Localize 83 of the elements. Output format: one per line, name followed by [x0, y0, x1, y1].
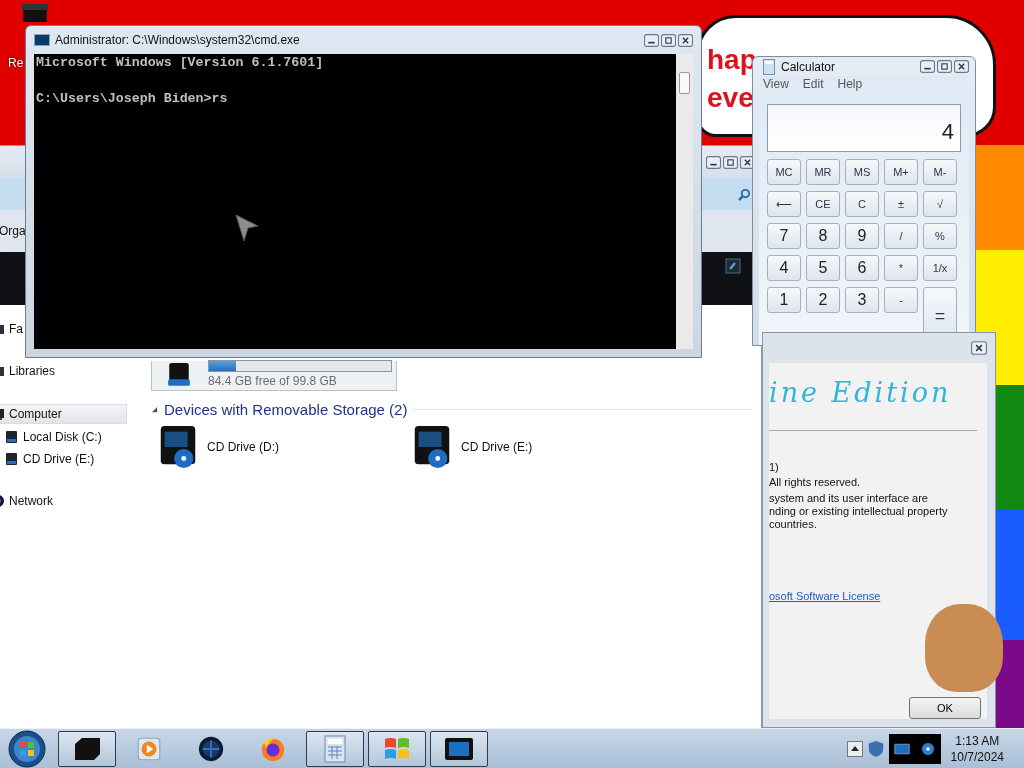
drive-icon [5, 452, 19, 466]
taskbar-button[interactable] [58, 730, 116, 767]
notice-text: system and its user interface are nding or existing intellectual property countries. [769, 492, 948, 531]
search-icon[interactable] [738, 187, 751, 201]
console-prompt[interactable]: C:\Users\Joseph Biden>rs [36, 90, 228, 108]
menu-item[interactable]: Help [837, 77, 863, 91]
nav-item[interactable]: CD Drive (E:) [0, 450, 96, 468]
clock-time: 1:13 AM [955, 732, 1000, 749]
taskbar-button[interactable] [306, 730, 364, 767]
drive-label[interactable]: CD Drive (E:) [461, 440, 533, 454]
collapse-arrow-icon[interactable] [151, 406, 158, 413]
calculator-key[interactable]: 2 [806, 287, 840, 313]
minimize-button[interactable] [706, 155, 721, 169]
show-hidden-icons-button[interactable] [846, 740, 863, 757]
calculator-key[interactable]: C [845, 191, 879, 217]
monitor-icon [893, 741, 910, 756]
calculator-key[interactable]: ± [884, 191, 918, 217]
tray-icons[interactable] [888, 733, 941, 764]
disc-icon [919, 741, 936, 756]
console-icon [34, 34, 50, 46]
clock[interactable]: 1:13 AM 10/7/2024 [950, 732, 1004, 765]
scrollbar[interactable] [676, 54, 693, 349]
calculator-display: 4 [767, 104, 961, 152]
bubble-text: eve [707, 82, 754, 114]
calculator-key[interactable]: - [884, 287, 918, 313]
drive-tile[interactable]: 84.4 GB free of 99.8 GB [151, 361, 397, 391]
nav-item[interactable]: Fa [0, 320, 24, 338]
organize-button[interactable]: Orga [0, 222, 26, 240]
calculator-key[interactable]: 9 [845, 223, 879, 249]
copyright-text: All rights reserved. [769, 476, 861, 488]
maximize-button[interactable] [723, 155, 738, 169]
nav-item[interactable]: Local Disk (C:) [0, 428, 103, 446]
calculator-key[interactable]: 8 [806, 223, 840, 249]
calculator-key[interactable]: MS [845, 159, 879, 185]
clock-date: 10/7/2024 [950, 748, 1004, 765]
free-space-text: 84.4 GB free of 99.8 GB [208, 374, 338, 388]
globe-icon [196, 734, 226, 763]
nav-item[interactable]: Computer [0, 404, 127, 424]
minimize-button[interactable] [920, 60, 935, 73]
close-button[interactable] [971, 341, 987, 355]
calculator-key[interactable]: 1/x [923, 255, 957, 281]
calculator-key[interactable]: CE [806, 191, 840, 217]
close-button[interactable] [954, 60, 969, 73]
drive-icon [725, 258, 741, 274]
menu-item[interactable]: Edit [802, 77, 824, 91]
calculator-key[interactable]: 7 [767, 223, 801, 249]
taskbar-button[interactable] [430, 730, 488, 767]
calculator-key[interactable]: 4 [767, 255, 801, 281]
calculator-key[interactable]: MC [767, 159, 801, 185]
desktop-icon-label[interactable]: Re [8, 56, 24, 70]
calculator-key[interactable]: MR [806, 159, 840, 185]
drive-icon [5, 430, 19, 444]
calculator-key[interactable]: 5 [806, 255, 840, 281]
calculator-key[interactable]: 6 [845, 255, 879, 281]
group-title: Devices with Removable Storage (2) [164, 401, 408, 418]
version-text: 1) [769, 461, 779, 473]
nav-item[interactable]: Libraries [0, 362, 57, 380]
calculator-key[interactable]: * [884, 255, 918, 281]
menu-item[interactable]: View [763, 77, 789, 91]
window-title: Administrator: C:\Windows\system32\cmd.exe [55, 33, 300, 47]
maximize-button[interactable] [661, 33, 676, 47]
edition-heading: ine Edition [769, 377, 952, 408]
ok-button[interactable]: OK [909, 697, 981, 719]
nav-item[interactable]: Network [0, 492, 54, 510]
drive-label[interactable]: CD Drive (D:) [207, 440, 279, 454]
minimize-button[interactable] [644, 33, 659, 47]
bin-icon[interactable] [20, 4, 50, 22]
window-title: Calculator [781, 59, 836, 74]
calculator-key[interactable]: M- [923, 159, 957, 185]
calculator-key[interactable]: / [884, 223, 918, 249]
calculator-key[interactable]: 1 [767, 287, 801, 313]
console-text: Microsoft Windows [Version 6.1.7601] [36, 54, 324, 72]
taskbar-button[interactable] [368, 730, 426, 767]
calculator-key[interactable]: √ [923, 191, 957, 217]
cursor-icon [235, 214, 259, 242]
calculator-key[interactable]: % [923, 223, 957, 249]
license-link[interactable]: osoft Software License [769, 590, 881, 602]
calculator-key[interactable]: ⟵ [767, 191, 801, 217]
close-button[interactable] [678, 33, 693, 47]
calculator-key[interactable]: M+ [884, 159, 918, 185]
maximize-button[interactable] [937, 60, 952, 73]
start-button[interactable] [8, 729, 46, 768]
calculator-key[interactable]: 3 [845, 287, 879, 313]
